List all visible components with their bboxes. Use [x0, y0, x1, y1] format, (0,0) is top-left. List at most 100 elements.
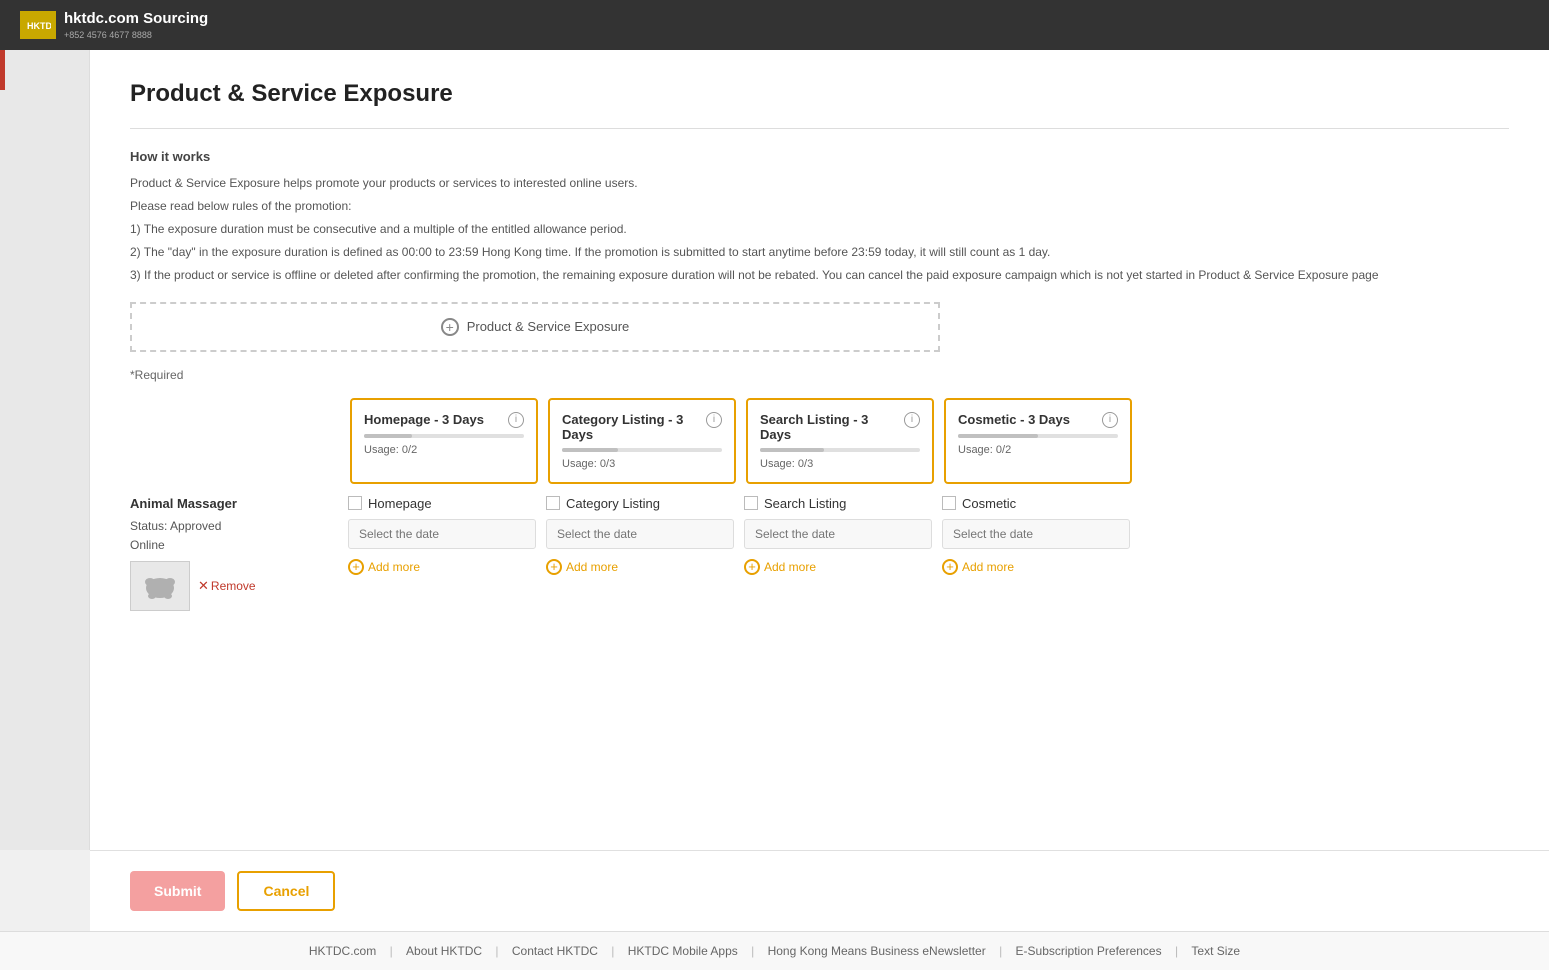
footer-link-hkmb[interactable]: Hong Kong Means Business eNewsletter: [768, 944, 986, 958]
card-cosmetic-progress-bg: [958, 434, 1118, 438]
slot-search: Search Listing + Add more: [744, 496, 932, 577]
footer-link-textsize[interactable]: Text Size: [1191, 944, 1240, 958]
remove-label: Remove: [211, 579, 256, 593]
slot-cosmetic-add-more-button[interactable]: + Add more: [942, 557, 1014, 577]
logo-text: hktdc.com Sourcing +852 4576 4677 8888: [64, 8, 208, 42]
slot-search-checkbox-row: Search Listing: [744, 496, 932, 511]
add-more-label-4: Add more: [962, 560, 1014, 574]
add-exposure-label: Product & Service Exposure: [467, 319, 630, 334]
slot-homepage-checkbox[interactable]: [348, 496, 362, 510]
add-more-label-2: Add more: [566, 560, 618, 574]
remove-x-icon: ✕: [198, 578, 209, 594]
add-more-label: Add more: [368, 560, 420, 574]
card-cosmetic-usage: Usage: 0/2: [958, 444, 1118, 456]
card-category-title: Category Listing - 3 Days: [562, 412, 706, 442]
site-header: HKTDC hktdc.com Sourcing +852 4576 4677 …: [0, 0, 1549, 50]
slot-search-checkbox[interactable]: [744, 496, 758, 510]
card-cosmetic-title: Cosmetic - 3 Days: [958, 412, 1102, 427]
card-homepage-progress-fill: [364, 434, 412, 438]
card-homepage-header: Homepage - 3 Days i: [364, 412, 524, 428]
card-cosmetic-header: Cosmetic - 3 Days i: [958, 412, 1118, 428]
slot-cosmetic: Cosmetic + Add more: [942, 496, 1130, 577]
page-title: Product & Service Exposure: [130, 80, 1509, 108]
add-more-label-3: Add more: [764, 560, 816, 574]
status-label: Status:: [130, 519, 167, 533]
logo-icon: HKTDC: [20, 11, 56, 39]
card-search-title: Search Listing - 3 Days: [760, 412, 904, 442]
info-line-4: 2) The "day" in the exposure duration is…: [130, 243, 1509, 262]
title-divider: [130, 128, 1509, 129]
add-more-circle-icon-3: +: [744, 559, 760, 575]
product-info: Animal Massager Status: Approved Online: [130, 496, 338, 611]
slot-category-add-more-button[interactable]: + Add more: [546, 557, 618, 577]
product-name: Animal Massager: [130, 496, 338, 511]
sidebar-accent-bar: [0, 50, 5, 90]
footer-link-contact[interactable]: Contact HKTDC: [512, 944, 598, 958]
slot-cosmetic-date-input[interactable]: [942, 519, 1130, 549]
card-category: Category Listing - 3 Days i Usage: 0/3: [548, 398, 736, 484]
card-search-header: Search Listing - 3 Days i: [760, 412, 920, 442]
card-homepage-usage: Usage: 0/2: [364, 444, 524, 456]
product-image: [130, 561, 190, 611]
card-cosmetic-info-icon[interactable]: i: [1102, 412, 1118, 428]
site-footer: HKTDC.com | About HKTDC | Contact HKTDC …: [0, 931, 1549, 970]
slot-search-add-more-button[interactable]: + Add more: [744, 557, 816, 577]
svg-text:HKTDC: HKTDC: [27, 21, 51, 31]
card-homepage-progress-bg: [364, 434, 524, 438]
card-search-progress-fill: [760, 448, 824, 452]
slot-cosmetic-checkbox[interactable]: [942, 496, 956, 510]
card-category-progress-fill: [562, 448, 618, 452]
slot-search-label: Search Listing: [764, 496, 846, 511]
slot-homepage-add-more-button[interactable]: + Add more: [348, 557, 420, 577]
card-cosmetic-progress-fill: [958, 434, 1038, 438]
product-details: Status: Approved Online: [130, 517, 338, 555]
footer-link-esubscription[interactable]: E-Subscription Preferences: [1016, 944, 1162, 958]
slot-search-date-input[interactable]: [744, 519, 932, 549]
footer-link-mobile[interactable]: HKTDC Mobile Apps: [628, 944, 738, 958]
card-cosmetic: Cosmetic - 3 Days i Usage: 0/2: [944, 398, 1132, 484]
info-line-2: Please read below rules of the promotion…: [130, 197, 1509, 216]
card-category-usage: Usage: 0/3: [562, 458, 722, 470]
slot-homepage-label: Homepage: [368, 496, 432, 511]
cards-header-row: Homepage - 3 Days i Usage: 0/2 Category …: [350, 398, 1509, 484]
info-line-3: 1) The exposure duration must be consecu…: [130, 220, 1509, 239]
slot-category-checkbox[interactable]: [546, 496, 560, 510]
add-more-circle-icon: +: [348, 559, 364, 575]
main-content: Product & Service Exposure How it works …: [90, 50, 1549, 850]
card-homepage-title: Homepage - 3 Days: [364, 412, 508, 427]
card-homepage: Homepage - 3 Days i Usage: 0/2: [350, 398, 538, 484]
info-line-1: Product & Service Exposure helps promote…: [130, 174, 1509, 193]
card-category-progress-bg: [562, 448, 722, 452]
add-exposure-button[interactable]: + Product & Service Exposure: [130, 302, 940, 352]
slot-homepage: Homepage + Add more: [348, 496, 536, 577]
card-search-usage: Usage: 0/3: [760, 458, 920, 470]
plus-circle-icon: +: [441, 318, 459, 336]
slot-cosmetic-checkbox-row: Cosmetic: [942, 496, 1130, 511]
footer-link-hktdc[interactable]: HKTDC.com: [309, 944, 376, 958]
card-search-progress-bg: [760, 448, 920, 452]
sidebar: [0, 50, 90, 850]
card-search-info-icon[interactable]: i: [904, 412, 920, 428]
submit-button[interactable]: Submit: [130, 871, 225, 911]
remove-link[interactable]: ✕ Remove: [198, 578, 256, 594]
product-row: Animal Massager Status: Approved Online: [130, 496, 1509, 611]
footer-link-about[interactable]: About HKTDC: [406, 944, 482, 958]
online-label: Online: [130, 538, 165, 552]
product-image-container: ✕ Remove: [130, 561, 338, 611]
cancel-button[interactable]: Cancel: [237, 871, 335, 911]
slot-category-label: Category Listing: [566, 496, 660, 511]
info-line-5: 3) If the product or service is offline …: [130, 266, 1509, 285]
logo[interactable]: HKTDC hktdc.com Sourcing +852 4576 4677 …: [20, 8, 208, 42]
how-it-works-title: How it works: [130, 149, 1509, 164]
slot-category-checkbox-row: Category Listing: [546, 496, 734, 511]
required-label: *Required: [130, 368, 1509, 382]
add-more-circle-icon-4: +: [942, 559, 958, 575]
slot-homepage-date-input[interactable]: [348, 519, 536, 549]
card-category-info-icon[interactable]: i: [706, 412, 722, 428]
slot-homepage-checkbox-row: Homepage: [348, 496, 536, 511]
card-homepage-info-icon[interactable]: i: [508, 412, 524, 428]
slot-category-date-input[interactable]: [546, 519, 734, 549]
footer-buttons: Submit Cancel: [90, 850, 1549, 931]
card-search: Search Listing - 3 Days i Usage: 0/3: [746, 398, 934, 484]
status-value: Approved: [170, 519, 221, 533]
